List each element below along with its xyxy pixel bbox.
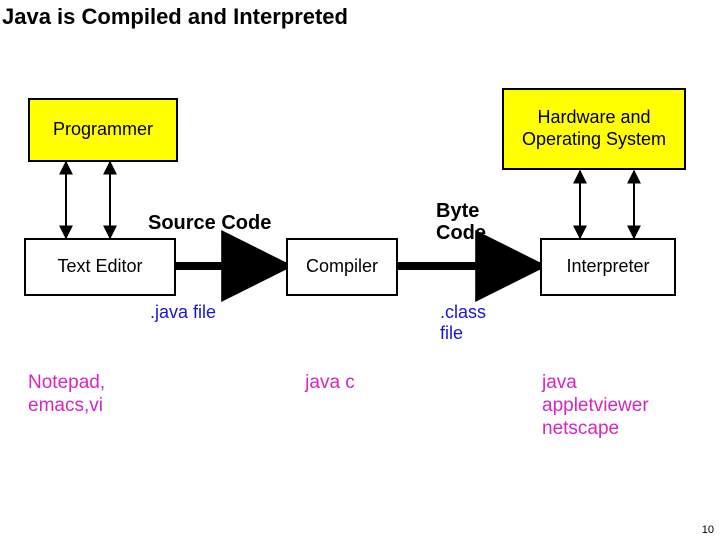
byte-code-label: Byte Code	[436, 200, 496, 244]
compiler-box: Compiler	[286, 238, 398, 296]
runtime-tools-label: java appletviewer netscape	[542, 372, 682, 440]
hw-os-label: Hardware and Operating System	[508, 107, 680, 150]
text-editor-box: Text Editor	[24, 238, 176, 296]
text-editor-label: Text Editor	[57, 256, 142, 278]
interpreter-label: Interpreter	[566, 256, 649, 278]
programmer-label: Programmer	[53, 119, 153, 141]
page-number: 10	[702, 524, 714, 536]
compiler-tool-label: java c	[300, 372, 360, 395]
java-file-label: .java file	[150, 302, 216, 323]
compiler-label: Compiler	[306, 256, 378, 278]
hw-os-box: Hardware and Operating System	[502, 88, 686, 170]
source-code-label: Source Code	[148, 212, 271, 234]
programmer-box: Programmer	[28, 98, 178, 162]
class-file-label: .class file	[440, 302, 510, 343]
interpreter-box: Interpreter	[540, 238, 676, 296]
slide-title: Java is Compiled and Interpreted	[2, 4, 348, 30]
editor-tools-label: Notepad, emacs,vi	[28, 372, 148, 418]
